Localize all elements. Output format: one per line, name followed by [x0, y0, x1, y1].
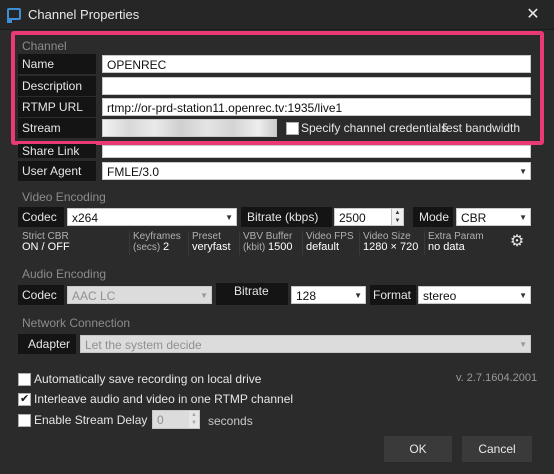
keyframes-cell[interactable]: Keyframes (secs) 2	[131, 231, 189, 255]
mode-label: Mode	[413, 207, 453, 227]
info-value: 1280 × 720	[363, 241, 419, 253]
video-size-cell[interactable]: Video Size 1280 × 720	[361, 231, 425, 255]
vbv-buffer-cell[interactable]: VBV Buffer (kbit) 1500	[241, 231, 303, 255]
adapter-label: Adapter	[18, 334, 76, 354]
close-icon[interactable]: ✕	[520, 3, 546, 27]
user-agent-label: User Agent	[18, 161, 96, 181]
mode-value: CBR	[461, 211, 487, 225]
stream-delay-value: 0	[157, 413, 164, 427]
spin-arrows-icon[interactable]: ▲ ▼	[391, 209, 403, 225]
video-codec-select[interactable]: x264 ▼	[67, 208, 237, 226]
strict-cbr-cell[interactable]: Strict CBR ON / OFF	[20, 231, 130, 255]
info-label-sub: (secs)	[133, 242, 161, 253]
mode-select[interactable]: CBR ▼	[456, 208, 531, 226]
bitrate-label: Bitrate (kbps)	[241, 207, 332, 227]
stream-delay-spinbox[interactable]: 0 ▲ ▼	[152, 410, 200, 429]
user-agent-value: FMLE/3.0	[107, 165, 160, 179]
format-label: Format	[370, 285, 416, 305]
info-value: 1500	[268, 241, 293, 253]
stream-delay-unit: seconds	[208, 414, 253, 428]
interleave-label: Interleave audio and video in one RTMP c…	[34, 392, 294, 406]
spin-arrows-icon[interactable]: ▲ ▼	[189, 411, 199, 428]
chevron-down-icon: ▼	[519, 213, 527, 222]
audio-codec-label: Codec	[18, 285, 64, 305]
chevron-down-icon: ▼	[354, 291, 362, 300]
share-link-input[interactable]	[102, 145, 531, 158]
stream-delay-label: Enable Stream Delay	[34, 413, 148, 427]
info-value: ON / OFF	[22, 241, 70, 253]
version-label: v. 2.7.1604.2001	[456, 372, 538, 384]
video-info-strip: Strict CBR ON / OFF Keyframes (secs) 2 P…	[20, 231, 504, 255]
chevron-down-icon: ▼	[200, 291, 208, 300]
audio-codec-select[interactable]: AAC LC ▼	[67, 286, 212, 304]
audio-bitrate-select[interactable]: 128 ▼	[291, 286, 366, 304]
format-select[interactable]: stereo ▼	[418, 286, 531, 304]
gear-icon[interactable]: ⚙	[508, 233, 526, 251]
format-value: stereo	[423, 289, 457, 303]
info-label: Keyframes	[133, 231, 181, 242]
video-fps-cell[interactable]: Video FPS default	[304, 231, 360, 255]
extra-param-cell[interactable]: Extra Param no data	[426, 231, 502, 255]
cancel-button[interactable]: Cancel	[461, 435, 533, 463]
video-codec-label: Codec	[18, 207, 64, 227]
info-label-sub: (kbit)	[243, 242, 266, 253]
chevron-down-icon: ▼	[519, 167, 527, 176]
info-value: 2	[163, 241, 170, 253]
chevron-down-icon: ▼	[225, 213, 233, 222]
window-title: Channel Properties	[28, 7, 140, 22]
ok-button[interactable]: OK	[383, 435, 453, 463]
user-agent-select[interactable]: FMLE/3.0 ▼	[102, 162, 531, 180]
app-icon	[7, 8, 21, 23]
bitrate-value: 2500	[339, 211, 366, 225]
share-link-label: Share Link	[18, 144, 96, 158]
audio-section-label: Audio Encoding	[22, 267, 107, 281]
interleave-checkbox[interactable]	[18, 392, 31, 406]
adapter-value: Let the system decide	[85, 338, 202, 352]
audio-codec-value: AAC LC	[72, 289, 116, 303]
stream-delay-checkbox[interactable]	[18, 414, 31, 427]
adapter-select[interactable]: Let the system decide ▼	[80, 335, 531, 353]
video-section-label: Video Encoding	[22, 190, 106, 204]
info-value: default	[306, 241, 340, 253]
video-codec-value: x264	[72, 211, 99, 225]
chevron-down-icon: ▼	[519, 340, 527, 349]
channel-highlight-box	[11, 31, 544, 145]
bitrate-spinbox[interactable]: 2500 ▲ ▼	[334, 208, 404, 226]
network-section-label: Network Connection	[22, 316, 131, 330]
info-value: veryfast	[192, 241, 231, 253]
audio-bitrate-value: 128	[296, 289, 317, 303]
auto-save-checkbox[interactable]	[18, 373, 31, 386]
chevron-down-icon: ▼	[519, 291, 527, 300]
audio-bitrate-label: Bitrate	[216, 283, 288, 305]
info-value: no data	[428, 241, 465, 253]
preset-cell[interactable]: Preset veryfast	[190, 231, 240, 255]
auto-save-label: Automatically save recording on local dr…	[34, 372, 262, 386]
